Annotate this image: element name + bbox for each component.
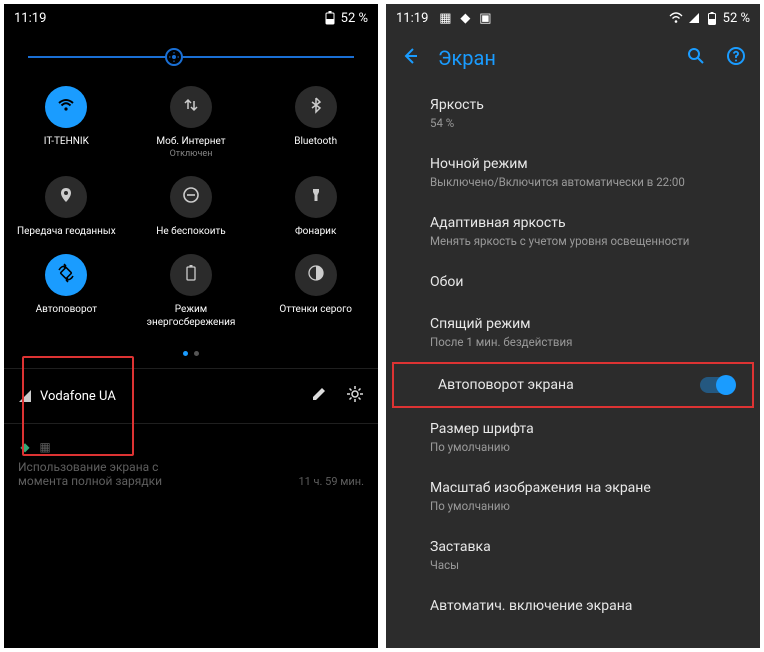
bluetooth-icon (307, 96, 325, 119)
tile-label: Передача геоданных (17, 226, 116, 239)
tile-label: Фонарик (295, 226, 336, 239)
divider (4, 368, 378, 369)
signal-icon (18, 389, 32, 403)
app-icon: ▦ (38, 440, 52, 454)
tile-label: Моб. Интернет (156, 136, 225, 149)
setting-subtitle: Часы (430, 558, 740, 572)
page-dot[interactable] (183, 351, 188, 356)
page-dot[interactable] (194, 351, 199, 356)
status-clock: 11:19 (396, 11, 428, 26)
setting-font-size[interactable]: Размер шрифта По умолчанию (386, 408, 760, 467)
notification-battery-usage[interactable]: ◆ ▦ Использование экрана с момента полно… (4, 430, 378, 498)
setting-subtitle: По умолчанию (430, 499, 740, 513)
brightness-slider[interactable] (4, 32, 378, 68)
setting-screensaver[interactable]: Заставка Часы (386, 526, 760, 585)
status-clock: 11:19 (14, 11, 46, 26)
tile-label: IT-TEHNIK (44, 136, 89, 149)
setting-title: Яркость (430, 97, 740, 113)
notification-time: 11 ч. 59 мин. (298, 475, 364, 488)
quick-tiles-grid: IT-TEHNIK Моб. Интернет Отключен Bluetoo… (4, 68, 378, 345)
edit-icon[interactable] (310, 385, 328, 407)
tile-label: Не беспокоить (156, 226, 225, 239)
tile-label: Режим энергосбережения (133, 304, 250, 329)
notification-line2: момента полной зарядки (18, 474, 298, 488)
data-arrows-icon (182, 96, 200, 119)
carrier-name: Vodafone UA (40, 389, 116, 404)
setting-title: Автоповорот экрана (438, 377, 732, 393)
evernote-icon: ◆ (18, 440, 32, 454)
display-settings-panel: 11:19 ▦ ◆ ▣ 52 % Экран Яркость 54 % Ночн… (386, 4, 760, 648)
setting-title: Обои (430, 274, 740, 290)
dnd-icon (182, 186, 200, 209)
setting-brightness[interactable]: Яркость 54 % (386, 84, 760, 143)
gear-icon[interactable] (346, 385, 364, 407)
wifi-icon (669, 11, 683, 25)
location-icon (57, 186, 75, 209)
setting-title: Спящий режим (430, 316, 740, 332)
setting-ambient-display[interactable]: Автоматич. включение экрана (386, 585, 760, 627)
tile-dnd[interactable]: Не беспокоить (129, 168, 254, 247)
carrier-row: Vodafone UA (4, 375, 378, 417)
tile-sublabel: Отключен (170, 149, 213, 160)
signal-icon (687, 11, 701, 25)
status-bar: 11:19 ▦ ◆ ▣ 52 % (386, 4, 760, 32)
autorotate-toggle[interactable] (700, 377, 734, 393)
app-bar: Экран (386, 32, 760, 84)
setting-wallpaper[interactable]: Обои (386, 261, 760, 303)
setting-display-size[interactable]: Масштаб изображения на экране По умолчан… (386, 467, 760, 526)
wifi-icon (56, 95, 76, 120)
rotate-icon (56, 263, 76, 288)
tile-autorotate[interactable]: Автоповорот (4, 246, 129, 337)
setting-sleep[interactable]: Спящий режим После 1 мин. бездействия (386, 303, 760, 362)
setting-subtitle: 54 % (430, 116, 740, 130)
setting-subtitle: Менять яркость с учетом уровня освещенно… (430, 234, 740, 248)
quick-settings-panel: 11:19 52 % IT-TEHNIK Моб. Интернет Отклю… (4, 4, 378, 648)
setting-title: Автоматич. включение экрана (430, 598, 740, 614)
tile-location[interactable]: Передача геоданных (4, 168, 129, 247)
setting-title: Ночной режим (430, 156, 740, 172)
battery-icon (323, 11, 337, 25)
page-indicator (4, 345, 378, 362)
divider (4, 423, 378, 424)
setting-title: Размер шрифта (430, 421, 740, 437)
setting-title: Адаптивная яркость (430, 215, 740, 231)
app-icon: ▦ (438, 11, 452, 25)
tile-flashlight[interactable]: Фонарик (253, 168, 378, 247)
brightness-thumb-icon[interactable] (165, 48, 183, 66)
status-bar: 11:19 52 % (4, 4, 378, 32)
back-icon[interactable] (400, 46, 420, 70)
tile-wifi[interactable]: IT-TEHNIK (4, 78, 129, 168)
notification-line1: Использование экрана с (18, 460, 298, 474)
setting-subtitle: По умолчанию (430, 440, 740, 454)
tile-mobile-data[interactable]: Моб. Интернет Отключен (129, 78, 254, 168)
setting-title: Заставка (430, 539, 740, 555)
setting-subtitle: После 1 мин. бездействия (430, 335, 740, 349)
tile-label: Оттенки серого (279, 304, 352, 317)
app-icon: ▣ (478, 11, 492, 25)
tile-battery-saver[interactable]: Режим энергосбережения (129, 246, 254, 337)
help-icon[interactable] (726, 46, 746, 70)
flashlight-icon (307, 186, 325, 209)
setting-title: Масштаб изображения на экране (430, 480, 740, 496)
battery-percent: 52 % (341, 11, 368, 26)
battery-percent: 52 % (723, 11, 750, 26)
setting-adaptive-brightness[interactable]: Адаптивная яркость Менять яркость с учет… (386, 202, 760, 261)
tile-grayscale[interactable]: Оттенки серого (253, 246, 378, 337)
tile-label: Bluetooth (294, 136, 337, 149)
setting-autorotate[interactable]: Автоповорот экрана (392, 362, 754, 408)
battery-icon (705, 11, 719, 25)
tile-label: Автоповорот (36, 304, 97, 317)
evernote-icon: ◆ (458, 11, 472, 25)
page-title: Экран (438, 46, 668, 70)
setting-night-mode[interactable]: Ночной режим Выключено/Включится автомат… (386, 143, 760, 202)
settings-list[interactable]: Яркость 54 % Ночной режим Выключено/Вклю… (386, 84, 760, 627)
search-icon[interactable] (686, 46, 706, 70)
battery-icon (184, 264, 198, 287)
grayscale-icon (307, 264, 325, 287)
setting-subtitle: Выключено/Включится автоматически в 22:0… (430, 175, 740, 189)
tile-bluetooth[interactable]: Bluetooth (253, 78, 378, 168)
